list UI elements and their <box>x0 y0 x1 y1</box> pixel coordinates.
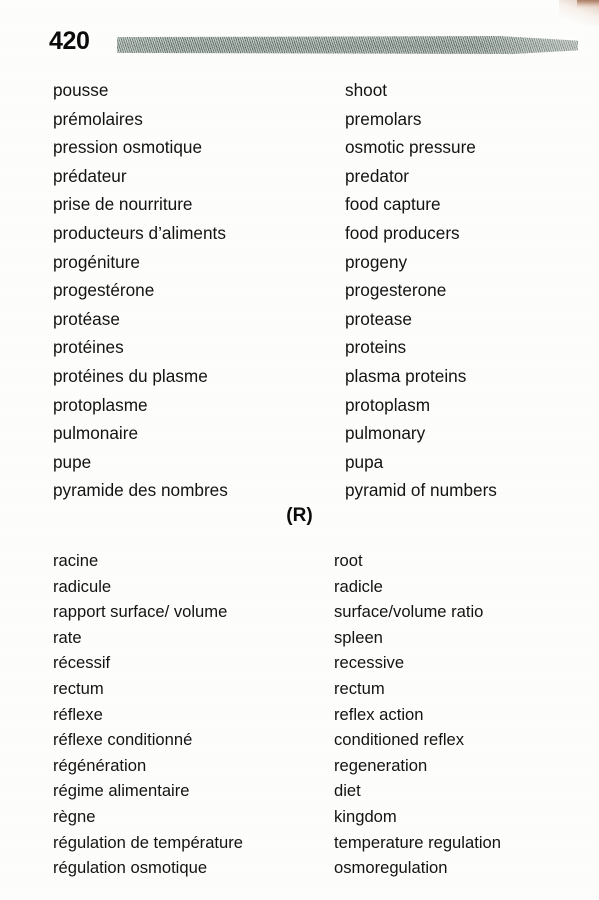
glossary-term-english: progesterone <box>345 280 447 301</box>
glossary-term-english: spleen <box>334 627 383 647</box>
scan-edge-artifact-highlight <box>577 0 599 8</box>
glossary-term-english: shoot <box>345 80 388 100</box>
glossary-term-french: régulation osmotique <box>53 858 208 878</box>
glossary-term-english: pyramid of numbers <box>345 480 497 501</box>
glossary-entry: rapport surface/ volume surface/volume ra… <box>0 602 599 628</box>
glossary-term-english: progeny <box>345 251 408 272</box>
glossary-entry: régénération regeneration <box>0 756 599 782</box>
glossary-term-english: food producers <box>345 222 460 243</box>
glossary-term-french: récessif <box>53 653 111 673</box>
glossary-term-english: root <box>334 551 363 570</box>
scan-edge-artifact <box>559 0 599 26</box>
glossary-entry: protéines proteins <box>0 337 599 366</box>
glossary-entry: réflexe reflex action <box>0 705 599 731</box>
glossary-term-english: regeneration <box>334 755 428 775</box>
header-rule-hatch <box>117 36 578 54</box>
glossary-term-french: producteurs d’aliments <box>53 222 226 243</box>
glossary-term-english: plasma proteins <box>345 365 467 386</box>
glossary-term-french: régulation de température <box>53 832 244 852</box>
glossary-term-english: reflex action <box>334 704 424 724</box>
glossary-term-french: rectum <box>53 678 104 698</box>
glossary-term-french: pousse <box>53 80 109 100</box>
glossary-entry: protéines du plasme plasma proteins <box>0 366 599 395</box>
glossary-entry: prédateur predator <box>0 166 599 195</box>
glossary-term-english: protoplasm <box>345 394 431 415</box>
section-heading-r: (R) <box>286 505 313 526</box>
glossary-entry: producteurs d’aliments food producers <box>0 223 599 252</box>
glossary-term-french: prémolaires <box>53 108 143 129</box>
section-heading-r-wrapper: (R) <box>0 505 599 527</box>
glossary-term-english: temperature regulation <box>334 832 501 852</box>
glossary-term-english: osmotic pressure <box>345 137 476 158</box>
glossary-term-english: surface/volume ratio <box>334 602 484 622</box>
glossary-term-french: racine <box>53 551 99 570</box>
scanned-page: 420 pousse shoot prémolaires premolars press… <box>0 0 599 900</box>
glossary-term-english: radicle <box>334 576 383 596</box>
glossary-term-english: pupa <box>345 451 384 472</box>
glossary-term-english: proteins <box>345 337 407 358</box>
glossary-term-french: réflexe conditionné <box>53 730 193 750</box>
glossary-entry: rate spleen <box>0 628 599 654</box>
glossary-term-french: protéines <box>53 337 124 358</box>
glossary-entry: radicule radicle <box>0 577 599 603</box>
page-header: 420 <box>0 25 599 67</box>
glossary-entry: réflexe conditionné conditioned reflex <box>0 730 599 756</box>
glossary-term-french: rapport surface/ volume <box>53 602 228 622</box>
glossary-entry: protoplasme protoplasm <box>0 395 599 424</box>
glossary-term-english: kingdom <box>334 806 397 826</box>
glossary-entry: protéase protease <box>0 309 599 338</box>
glossary-term-english: food capture <box>345 194 441 215</box>
glossary-section-p: pousse shoot prémolaires premolars pression … <box>0 80 599 509</box>
glossary-entry: régulation osmotique osmoregulation <box>0 858 599 884</box>
glossary-term-french: protéase <box>53 308 120 329</box>
glossary-term-french: prise de nourriture <box>53 194 193 215</box>
glossary-term-english: pulmonary <box>345 423 426 444</box>
glossary-term-english: premolars <box>345 108 422 129</box>
glossary-entry: prémolaires premolars <box>0 109 599 138</box>
glossary-term-french: régénération <box>53 755 147 775</box>
glossary-entry: racine root <box>0 551 599 577</box>
glossary-term-french: règne <box>53 806 96 826</box>
glossary-entry: rectum rectum <box>0 679 599 705</box>
glossary-term-english: recessive <box>334 653 405 673</box>
glossary-entry: progéniture progeny <box>0 252 599 281</box>
glossary-term-english: rectum <box>334 678 385 698</box>
glossary-entry: pupe pupa <box>0 452 599 481</box>
glossary-term-english: conditioned reflex <box>334 730 465 750</box>
glossary-term-french: pression osmotique <box>53 137 203 158</box>
glossary-entry: progestérone progesterone <box>0 280 599 309</box>
glossary-term-french: pulmonaire <box>53 423 139 444</box>
glossary-entry: règne kingdom <box>0 807 599 833</box>
glossary-term-english: protease <box>345 308 412 329</box>
glossary-term-french: protoplasme <box>53 394 148 415</box>
page-number: 420 <box>49 27 90 55</box>
header-rule-ornament <box>117 36 578 54</box>
glossary-entry: pression osmotique osmotic pressure <box>0 137 599 166</box>
glossary-term-french: protéines du plasme <box>53 365 208 386</box>
glossary-term-french: progestérone <box>53 280 155 301</box>
glossary-term-french: régime alimentaire <box>53 781 190 801</box>
glossary-term-french: progéniture <box>53 251 140 272</box>
glossary-term-french: pupe <box>53 451 92 472</box>
glossary-term-french: pyramide des nombres <box>53 480 228 501</box>
glossary-entry: récessif recessive <box>0 653 599 679</box>
glossary-section-r: racine root radicule radicle rapport surface… <box>0 551 599 884</box>
glossary-term-english: osmoregulation <box>334 858 448 878</box>
glossary-entry: régime alimentaire diet <box>0 781 599 807</box>
glossary-term-french: réflexe <box>53 704 103 724</box>
glossary-term-english: predator <box>345 165 410 186</box>
glossary-entry: régulation de température temperature reg… <box>0 833 599 859</box>
glossary-term-english: diet <box>334 781 361 801</box>
glossary-entry: prise de nourriture food capture <box>0 194 599 223</box>
glossary-term-french: prédateur <box>53 165 127 186</box>
glossary-entry: pousse shoot <box>0 80 599 109</box>
glossary-term-french: radicule <box>53 576 112 596</box>
glossary-entry: pulmonaire pulmonary <box>0 423 599 452</box>
glossary-term-french: rate <box>53 627 82 647</box>
